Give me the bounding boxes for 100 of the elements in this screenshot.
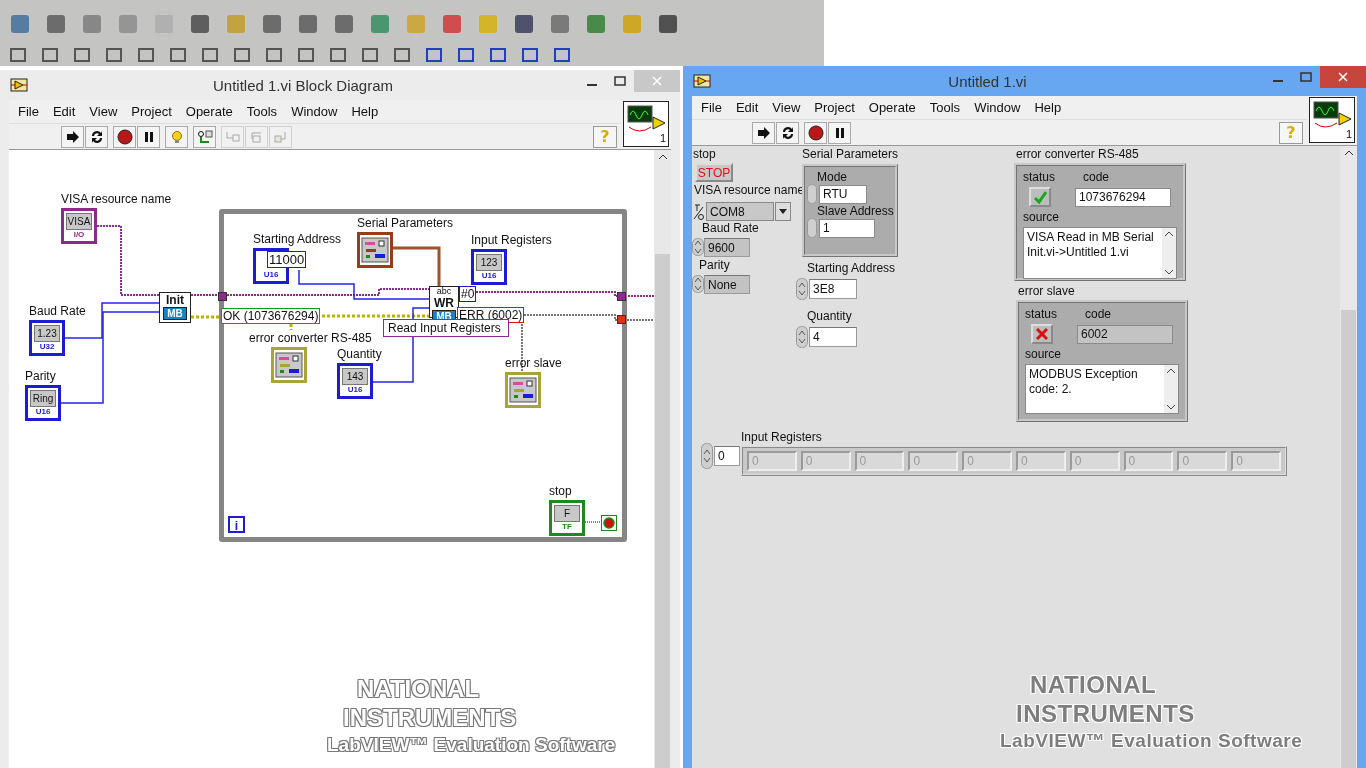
cluster-terminal[interactable] — [357, 232, 393, 268]
menu-item[interactable]: Project — [807, 100, 862, 115]
toolbar-icon[interactable] — [44, 12, 68, 36]
spinner-buttons[interactable] — [692, 238, 704, 256]
toolbar-icon[interactable] — [72, 46, 92, 64]
scroll-up-icon[interactable] — [1343, 150, 1354, 156]
numeric-field[interactable]: 3E8 — [809, 279, 857, 299]
control-label: Parity — [699, 258, 730, 272]
init-node[interactable]: Init MB — [159, 292, 191, 323]
data-type-tag: U16 — [481, 271, 497, 280]
terminal-label: Input Registers — [471, 233, 552, 247]
numeric-field[interactable]: 4 — [809, 327, 857, 347]
toolbar-icon[interactable] — [40, 46, 60, 64]
menu-item[interactable]: View — [82, 104, 125, 119]
run-continuously-button[interactable] — [85, 125, 108, 148]
toolbar-icon[interactable] — [232, 46, 252, 64]
code-field: 1073676294 — [1075, 187, 1171, 207]
menu-item[interactable]: View — [765, 100, 808, 115]
toolbar-icon[interactable] — [168, 46, 188, 64]
toolbar-icon[interactable] — [8, 46, 28, 64]
toolbar-icon[interactable] — [440, 12, 464, 36]
minimize-icon — [1273, 80, 1283, 82]
ring-terminal[interactable]: Ring U16 — [25, 385, 61, 421]
ring-field[interactable]: None — [704, 275, 750, 294]
array-element: 0 — [962, 451, 1012, 471]
toolbar-icon[interactable] — [520, 46, 540, 64]
array-terminal[interactable]: 123 U16 — [471, 249, 507, 285]
spinner-buttons[interactable] — [692, 275, 704, 293]
numeric-terminal[interactable]: 1.23 U32 — [29, 320, 65, 356]
toolbar-icon[interactable] — [584, 12, 608, 36]
menu-item[interactable]: Window — [967, 100, 1028, 115]
menu-item[interactable]: Operate — [861, 100, 923, 115]
menu-item[interactable]: Window — [284, 104, 345, 119]
dropdown-field[interactable]: COM8 — [706, 202, 774, 221]
scroll-up-icon[interactable] — [657, 154, 668, 160]
cluster-terminal[interactable] — [505, 372, 541, 408]
field-label: Mode — [816, 170, 849, 184]
toolbar-icon[interactable] — [188, 12, 212, 36]
field-label: Slave Address — [816, 204, 895, 218]
toolbar-icon[interactable] — [424, 46, 444, 64]
menu-item[interactable]: File — [694, 100, 729, 115]
abort-button[interactable] — [113, 125, 136, 148]
run-button[interactable] — [752, 121, 775, 144]
toolbar-icon[interactable] — [264, 46, 284, 64]
menu-item[interactable]: Help — [344, 104, 386, 119]
highlight-execution-button[interactable] — [165, 125, 188, 148]
menu-item[interactable]: Tools — [922, 100, 968, 115]
toolbar-icon[interactable] — [200, 46, 220, 64]
pause-button[interactable] — [137, 125, 160, 148]
toolbar-icon[interactable] — [136, 46, 156, 64]
boolean-terminal[interactable]: F TF — [549, 500, 585, 536]
menu-item[interactable]: Operate — [178, 104, 240, 119]
numeric-field[interactable]: 9600 — [704, 238, 750, 257]
numeric-terminal[interactable]: 143 U16 — [337, 363, 373, 399]
toolbar-icon[interactable] — [104, 46, 124, 64]
cluster-icon — [509, 377, 537, 403]
toolbar-icon[interactable] — [392, 46, 412, 64]
retain-wire-values-button[interactable] — [193, 125, 216, 148]
numeric-field[interactable]: 1 — [819, 218, 875, 238]
dropdown-button[interactable] — [775, 202, 791, 221]
toolbar-icon[interactable] — [456, 46, 476, 64]
cluster-terminal[interactable] — [271, 347, 307, 383]
scrollbar[interactable] — [1340, 146, 1357, 768]
toolbar-icon[interactable] — [552, 46, 572, 64]
spinner-buttons[interactable] — [701, 443, 713, 469]
array-index-field[interactable]: 0 — [714, 446, 740, 466]
toolbar-icon[interactable] — [8, 12, 32, 36]
cluster-label: error slave — [1018, 284, 1075, 298]
menu-item[interactable]: Help — [1027, 100, 1069, 115]
watermark-text: INSTRUMENTS — [1015, 701, 1196, 728]
menu-item[interactable]: Tools — [239, 104, 285, 119]
toolbar-icon[interactable] — [360, 46, 380, 64]
scrollbar-thumb[interactable] — [1341, 310, 1356, 768]
terminal-glyph: F — [554, 505, 580, 522]
mode-field[interactable]: RTU — [819, 184, 867, 204]
close-button[interactable] — [1320, 66, 1366, 88]
menu-item[interactable]: Project — [124, 104, 179, 119]
toolbar-icon[interactable] — [548, 12, 572, 36]
function-selector[interactable]: Read Input Registers — [383, 319, 509, 337]
toolbar-icon[interactable] — [296, 12, 320, 36]
abort-button[interactable] — [804, 121, 827, 144]
toolbar-icon[interactable] — [296, 46, 316, 64]
toolbar-icon[interactable] — [332, 12, 356, 36]
toolbar-icon[interactable] — [488, 46, 508, 64]
visa-terminal[interactable]: VISA I/O — [61, 208, 97, 244]
menu-item[interactable]: Edit — [45, 104, 83, 119]
scrollbar-thumb[interactable] — [655, 254, 670, 768]
array-element: 0 — [800, 451, 851, 471]
scrollbar[interactable] — [654, 150, 671, 768]
spinner-buttons[interactable] — [796, 326, 808, 348]
menu-item[interactable]: File — [11, 104, 46, 119]
toolbar-icon[interactable] — [656, 12, 680, 36]
toolbar-icon[interactable] — [328, 46, 348, 64]
toolbar-icon[interactable] — [512, 12, 536, 36]
menu-item[interactable]: Edit — [728, 100, 766, 115]
spinner-buttons[interactable] — [796, 278, 808, 300]
run-continuously-button[interactable] — [776, 121, 799, 144]
toolbar-icon[interactable] — [260, 12, 284, 36]
pause-button[interactable] — [828, 121, 851, 144]
run-button[interactable] — [61, 125, 84, 148]
